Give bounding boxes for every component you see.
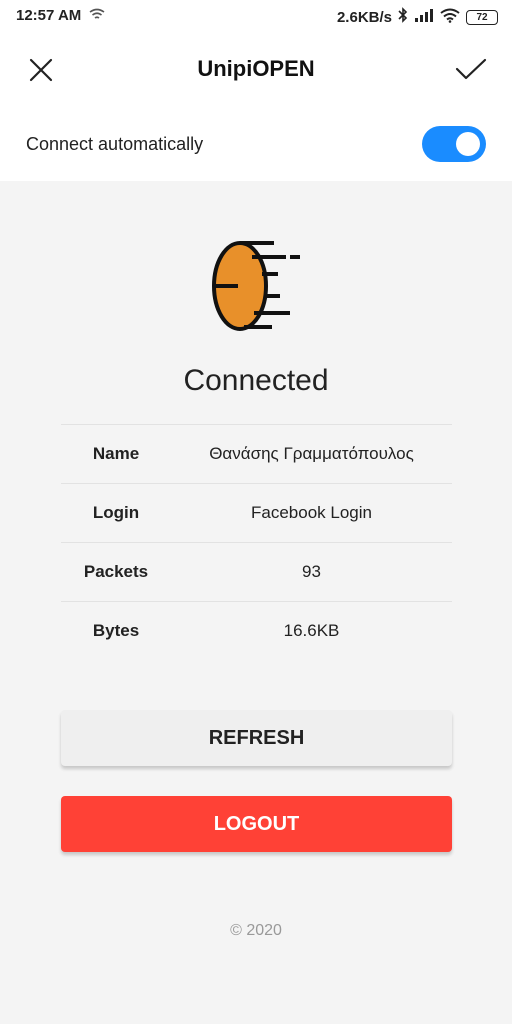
status-bar: 12:57 AM 2.6KB/s 72 [0, 0, 512, 34]
network-speed: 2.6KB/s [336, 8, 392, 26]
row-value-login: Facebook Login [251, 503, 372, 522]
row-key-packets: Packets [83, 562, 149, 581]
status-time: 12:57 AM [16, 7, 82, 24]
info-table: Name Θανάσης Γραμματόπουλος Login Facebo… [61, 424, 452, 660]
bluetooth-icon [398, 7, 408, 27]
table-row: Name Θανάσης Γραμματόπουλος [61, 425, 452, 484]
row-value-packets: 93 [302, 562, 321, 581]
auto-connect-toggle[interactable] [422, 126, 486, 162]
logout-button[interactable]: LOGOUT [61, 796, 452, 852]
app-bar: UnipiOPEN [0, 34, 512, 106]
refresh-button[interactable]: REFRESH [61, 710, 452, 766]
battery-level: 72 [476, 11, 488, 23]
row-value-bytes: 16.6KB [283, 621, 340, 640]
battery-icon: 72 [466, 9, 498, 25]
row-value-name: Θανάσης Γραμματόπουλος [209, 444, 414, 463]
table-row: Packets 93 [61, 543, 452, 602]
page-title: UnipiOPEN [197, 56, 315, 81]
wifi-hotspot-icon [89, 7, 105, 24]
row-key-name: Name [92, 444, 140, 463]
row-key-login: Login [92, 503, 140, 522]
signal-icon [414, 8, 434, 26]
connection-status: Connected [183, 364, 329, 397]
table-row: Login Facebook Login [61, 484, 452, 543]
table-row: Bytes 16.6KB [61, 602, 452, 660]
auto-connect-label: Connect automatically [26, 134, 204, 154]
confirm-button[interactable] [451, 50, 491, 90]
check-icon [455, 58, 487, 80]
wifi-icon [440, 8, 460, 27]
row-key-bytes: Bytes [92, 621, 140, 640]
auto-connect-row: Connect automatically [0, 106, 512, 181]
copyright-text: © 2020 [230, 922, 282, 939]
toggle-knob [456, 132, 480, 156]
orange-moving-coin-icon [206, 236, 306, 336]
